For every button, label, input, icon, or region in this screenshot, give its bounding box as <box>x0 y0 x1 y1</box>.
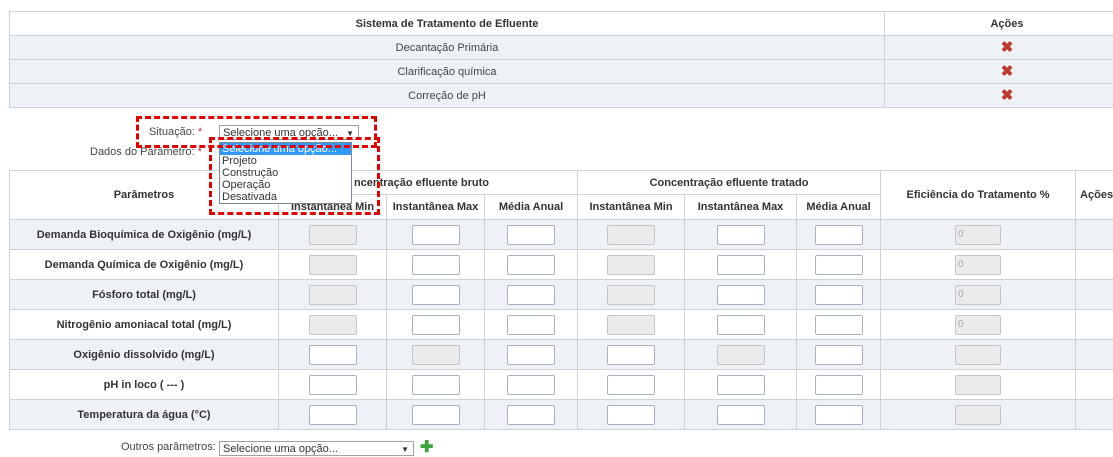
systems-table: Sistema de Tratamento de Efluente Ações … <box>9 11 1113 108</box>
acoes-cell <box>1076 340 1113 370</box>
bruto-max-input[interactable] <box>412 225 460 245</box>
system-name: Clarificação química <box>10 60 885 84</box>
bruto-min-input[interactable] <box>309 375 357 395</box>
tratado-min-input <box>607 315 655 335</box>
outros-select-value: Selecione uma opção... <box>223 443 338 455</box>
table-row: pH in loco ( --- ) <box>10 370 1113 400</box>
chevron-down-icon: ▼ <box>401 442 409 457</box>
eficiencia-field: 0 <box>955 315 1001 335</box>
sub-inst-max: Instantânea Max <box>387 195 485 220</box>
tratado-max-input[interactable] <box>717 225 765 245</box>
delete-x-icon[interactable]: ✖ <box>1001 39 1014 56</box>
sub-media: Média Anual <box>485 195 578 220</box>
param-name: pH in loco ( --- ) <box>10 370 279 400</box>
tratado-max-input <box>717 345 765 365</box>
acoes-cell <box>1076 310 1113 340</box>
bruto-media-input[interactable] <box>507 285 555 305</box>
bruto-max-input[interactable] <box>412 315 460 335</box>
eficiencia-field <box>955 405 1001 425</box>
param-name: Oxigênio dissolvido (mg/L) <box>10 340 279 370</box>
bruto-max-input[interactable] <box>412 375 460 395</box>
acoes-cell <box>1076 220 1113 250</box>
bruto-max-input[interactable] <box>412 285 460 305</box>
tratado-max-input[interactable] <box>717 315 765 335</box>
tratado-media-input[interactable] <box>815 285 863 305</box>
acoes-cell <box>1076 250 1113 280</box>
table-row: Oxigênio dissolvido (mg/L) <box>10 340 1113 370</box>
group-tratado: Concentração efluente tratado <box>578 171 881 195</box>
sub-media: Média Anual <box>797 195 881 220</box>
bruto-media-input[interactable] <box>507 225 555 245</box>
outros-parametros-label: Outros parâmetros: <box>121 441 216 453</box>
tratado-max-input[interactable] <box>717 405 765 425</box>
bruto-min-input[interactable] <box>309 405 357 425</box>
col-acoes: Ações <box>1076 171 1113 220</box>
param-name: Nitrogênio amoniacal total (mg/L) <box>10 310 279 340</box>
tratado-min-input[interactable] <box>607 345 655 365</box>
tratado-media-input[interactable] <box>815 345 863 365</box>
table-row: Fósforo total (mg/L) 0 <box>10 280 1113 310</box>
tratado-media-input[interactable] <box>815 405 863 425</box>
bruto-media-input[interactable] <box>507 255 555 275</box>
tratado-min-input <box>607 225 655 245</box>
table-row: Temperatura da água (°C) <box>10 400 1113 430</box>
eficiencia-field <box>955 345 1001 365</box>
tratado-media-input[interactable] <box>815 375 863 395</box>
header-actions: Ações <box>885 12 1113 36</box>
col-eficiencia: Eficiência do Tratamento % <box>881 171 1076 220</box>
acoes-cell <box>1076 280 1113 310</box>
table-row: Correção de pH ✖ <box>10 84 1113 108</box>
tratado-min-input <box>607 255 655 275</box>
param-name: Demanda Química de Oxigênio (mg/L) <box>10 250 279 280</box>
tratado-max-input[interactable] <box>717 255 765 275</box>
tratado-min-input <box>607 285 655 305</box>
acoes-cell <box>1076 370 1113 400</box>
system-name: Correção de pH <box>10 84 885 108</box>
delete-x-icon[interactable]: ✖ <box>1001 63 1014 80</box>
tratado-media-input[interactable] <box>815 225 863 245</box>
bruto-min-input <box>309 285 357 305</box>
header-system: Sistema de Tratamento de Efluente <box>10 12 885 36</box>
sub-inst-min: Instantânea Min <box>578 195 685 220</box>
bruto-max-input[interactable] <box>412 405 460 425</box>
bruto-min-input[interactable] <box>309 345 357 365</box>
tratado-media-input[interactable] <box>815 255 863 275</box>
eficiencia-field <box>955 375 1001 395</box>
tratado-min-input[interactable] <box>607 375 655 395</box>
table-row: Nitrogênio amoniacal total (mg/L) 0 <box>10 310 1113 340</box>
param-name: Demanda Bioquímica de Oxigênio (mg/L) <box>10 220 279 250</box>
eficiencia-field: 0 <box>955 225 1001 245</box>
bruto-max-input[interactable] <box>412 255 460 275</box>
highlight-box-options <box>209 137 380 215</box>
table-row: Demanda Química de Oxigênio (mg/L) 0 <box>10 250 1113 280</box>
eficiencia-field: 0 <box>955 255 1001 275</box>
bruto-media-input[interactable] <box>507 315 555 335</box>
eficiencia-field: 0 <box>955 285 1001 305</box>
delete-x-icon[interactable]: ✖ <box>1001 87 1014 104</box>
tratado-media-input[interactable] <box>815 315 863 335</box>
tratado-max-input[interactable] <box>717 285 765 305</box>
tratado-max-input[interactable] <box>717 375 765 395</box>
param-name: Fósforo total (mg/L) <box>10 280 279 310</box>
systems-table-header: Sistema de Tratamento de Efluente Ações <box>10 12 1113 36</box>
bruto-min-input <box>309 315 357 335</box>
bruto-media-input[interactable] <box>507 345 555 365</box>
bruto-media-input[interactable] <box>507 405 555 425</box>
parameters-table: Parâmetros ncentração efluente bruto Con… <box>9 170 1113 430</box>
acoes-cell <box>1076 400 1113 430</box>
tratado-min-input[interactable] <box>607 405 655 425</box>
table-row: Clarificação química ✖ <box>10 60 1113 84</box>
table-row: Decantação Primária ✖ <box>10 36 1113 60</box>
sub-inst-max: Instantânea Max <box>685 195 797 220</box>
bruto-media-input[interactable] <box>507 375 555 395</box>
bruto-min-input <box>309 225 357 245</box>
bruto-max-input <box>412 345 460 365</box>
bruto-min-input <box>309 255 357 275</box>
system-name: Decantação Primária <box>10 36 885 60</box>
param-name: Temperatura da água (°C) <box>10 400 279 430</box>
outros-parametros-select[interactable]: Selecione uma opção... ▼ <box>219 441 414 456</box>
table-row: Demanda Bioquímica de Oxigênio (mg/L) 0 <box>10 220 1113 250</box>
